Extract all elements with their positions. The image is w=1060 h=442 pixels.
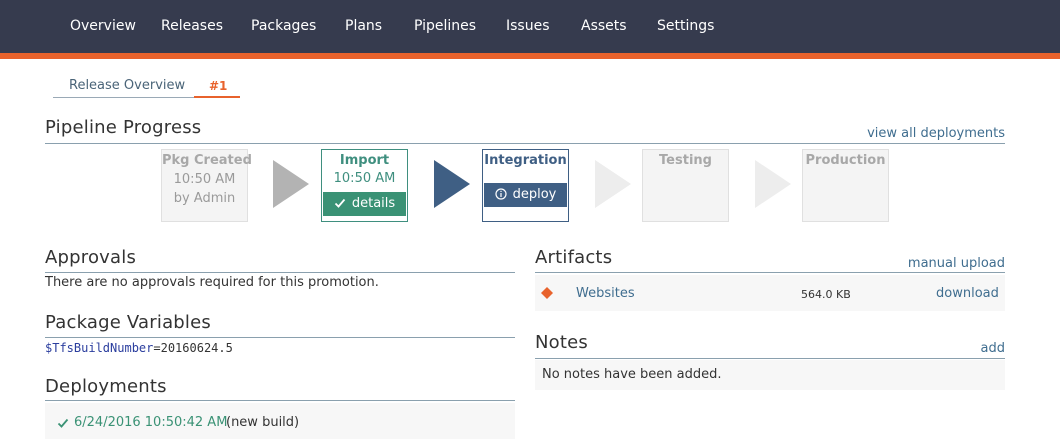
deployment-date-link[interactable]: 6/24/2016 10:50:42 AM xyxy=(74,415,227,430)
nav-overview[interactable]: Overview xyxy=(70,0,136,53)
variable-name: $TfsBuildNumber xyxy=(45,341,154,355)
notes-box: No notes have been added. xyxy=(535,360,1005,390)
add-note-link[interactable]: add xyxy=(905,341,1005,356)
check-icon xyxy=(334,198,346,208)
approvals-title: Approvals xyxy=(45,247,137,268)
stage-testing: Testing xyxy=(642,149,729,222)
stage-title: Integration xyxy=(484,153,567,168)
notes-title: Notes xyxy=(535,332,588,353)
notes-message: No notes have been added. xyxy=(542,367,722,382)
pipeline-divider xyxy=(45,143,1005,144)
diamond-icon xyxy=(541,287,553,299)
artifact-row: Websites 564.0 KB download xyxy=(535,275,1005,311)
stage-import: Import 10:50 AM details xyxy=(321,149,408,222)
approvals-message: There are no approvals required for this… xyxy=(45,275,379,290)
artifacts-divider xyxy=(535,272,1005,273)
top-navigation-bar: Overview Releases Packages Plans Pipelin… xyxy=(0,0,1060,53)
nav-issues[interactable]: Issues xyxy=(506,0,550,53)
stage-pkg-created: Pkg Created 10:50 AM by Admin xyxy=(161,149,252,222)
stage-integration: Integration deploy xyxy=(482,149,569,222)
manual-upload-link[interactable]: manual upload xyxy=(860,256,1005,271)
nav-assets[interactable]: Assets xyxy=(581,0,627,53)
deployment-note: (new build) xyxy=(226,415,300,430)
pipeline-progress-title: Pipeline Progress xyxy=(45,117,202,138)
artifact-size: 564.0 KB xyxy=(801,288,851,301)
stage-time: 10:50 AM xyxy=(173,172,236,187)
variable-row: $TfsBuildNumber=20160624.5 xyxy=(45,341,233,355)
nav-accent-bar xyxy=(0,53,1060,59)
stage-production: Production xyxy=(802,149,889,222)
pipeline-arrow-icon xyxy=(755,160,791,208)
nav-plans[interactable]: Plans xyxy=(345,0,382,53)
variables-divider xyxy=(45,337,515,338)
package-variables-title: Package Variables xyxy=(45,312,211,333)
view-all-deployments-link[interactable]: view all deployments xyxy=(840,126,1005,141)
notes-divider xyxy=(535,358,1005,359)
tab-release-number[interactable]: #1 xyxy=(209,79,227,93)
details-button[interactable]: details xyxy=(323,192,406,216)
nav-settings[interactable]: Settings xyxy=(657,0,714,53)
stage-title: Import xyxy=(339,153,390,168)
active-tab-underline xyxy=(194,96,240,98)
stage-title: Pkg Created xyxy=(162,153,252,168)
stage-time: 10:50 AM xyxy=(333,171,396,186)
nav-packages[interactable]: Packages xyxy=(251,0,316,53)
deploy-button[interactable]: deploy xyxy=(484,183,567,207)
variable-value: =20160624.5 xyxy=(153,341,233,355)
deployments-divider xyxy=(45,400,515,401)
deployment-row: 6/24/2016 10:50:42 AM (new build) xyxy=(45,403,515,439)
release-subtabs: Release Overview #1 xyxy=(53,76,240,98)
pipeline-arrow-icon xyxy=(273,160,309,208)
pipeline-arrow-icon xyxy=(595,160,631,208)
nav-releases[interactable]: Releases xyxy=(161,0,223,53)
approvals-divider xyxy=(45,272,515,273)
check-icon xyxy=(57,418,69,428)
info-circle-icon xyxy=(495,187,507,200)
stage-user: by Admin xyxy=(173,191,236,206)
deploy-label: deploy xyxy=(512,187,557,202)
deployments-title: Deployments xyxy=(45,376,167,397)
tab-underline xyxy=(53,97,194,98)
artifact-name-link[interactable]: Websites xyxy=(576,286,635,301)
artifacts-title: Artifacts xyxy=(535,247,613,268)
pipeline-arrow-icon xyxy=(434,160,470,208)
stage-title: Testing xyxy=(659,153,712,168)
details-label: details xyxy=(351,196,396,211)
nav-pipelines[interactable]: Pipelines xyxy=(414,0,476,53)
tab-release-overview[interactable]: Release Overview xyxy=(69,78,185,93)
artifact-download-link[interactable]: download xyxy=(936,286,999,301)
stage-title: Production xyxy=(805,153,886,168)
